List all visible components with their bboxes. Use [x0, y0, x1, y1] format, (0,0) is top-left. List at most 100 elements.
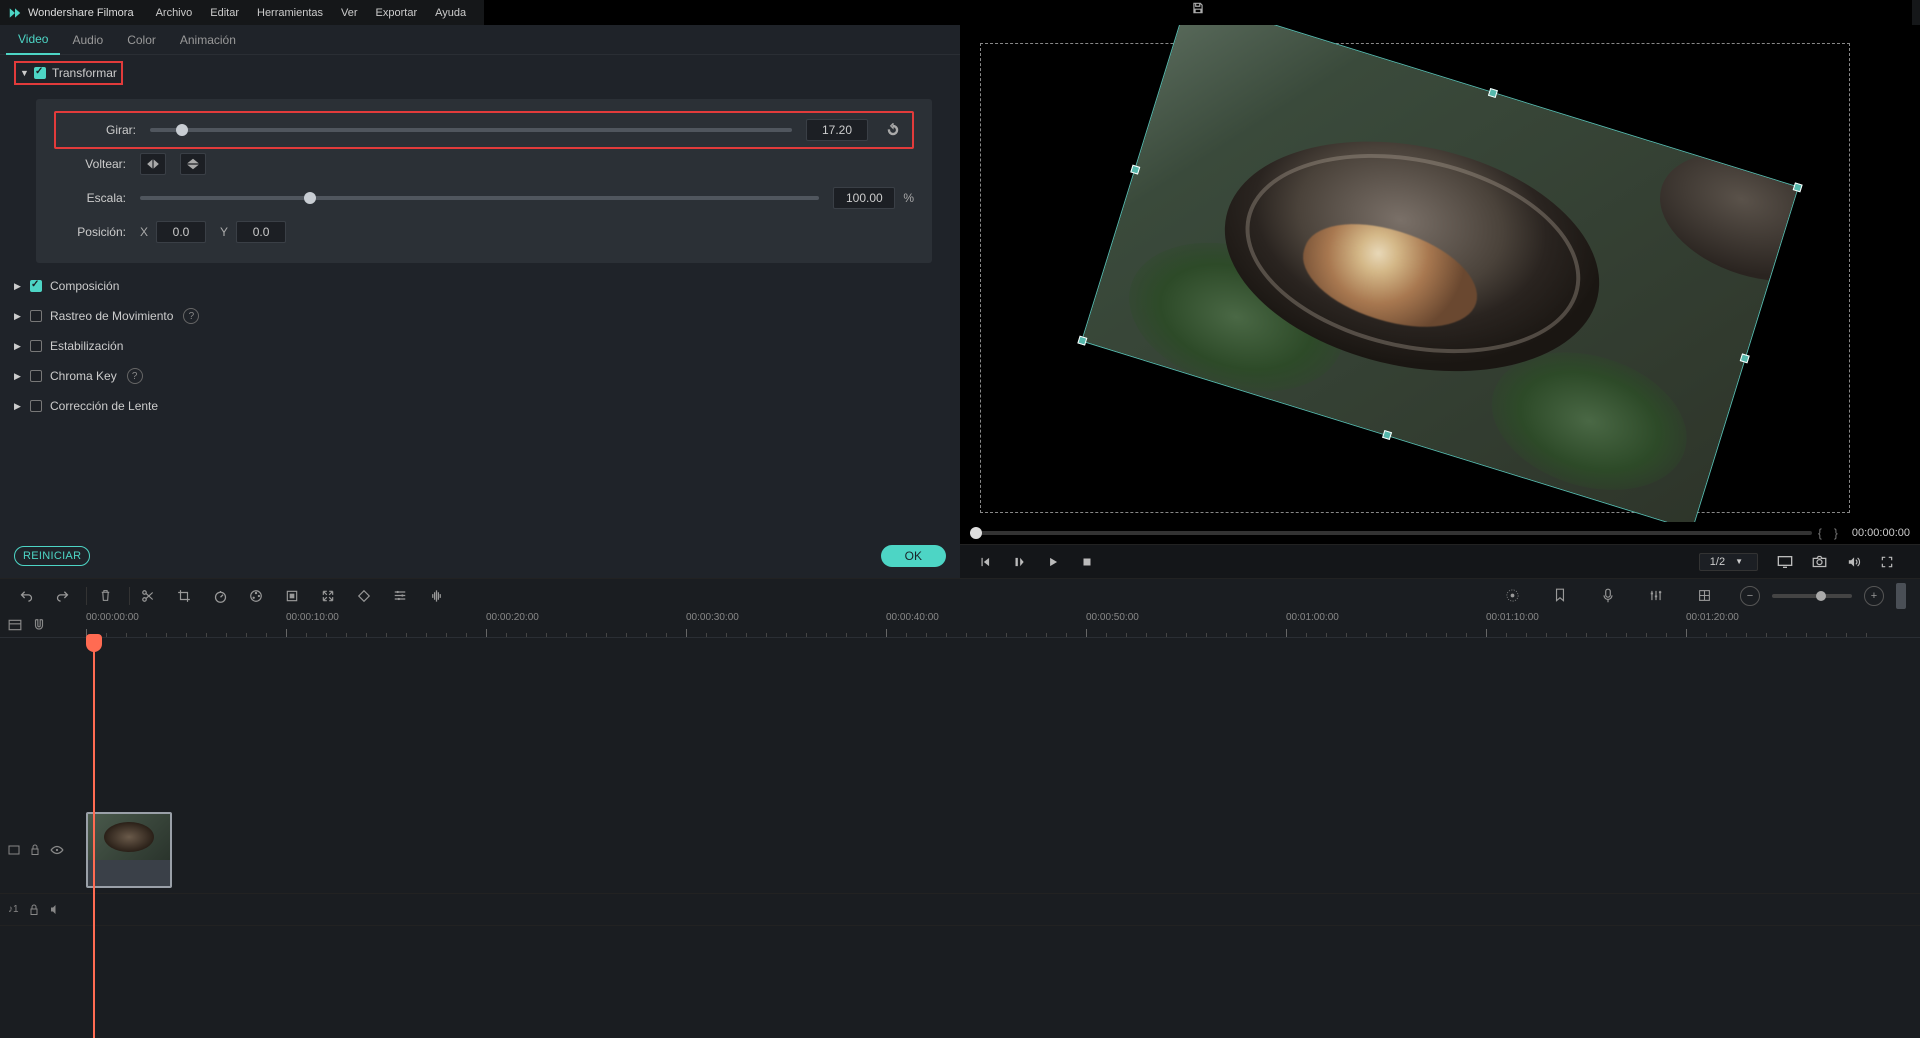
stabilization-title: Estabilización [50, 339, 123, 353]
tab-audio[interactable]: Audio [60, 25, 115, 55]
speaker-icon[interactable] [49, 904, 61, 915]
expand-arrow-icon: ▶ [14, 371, 26, 382]
composition-checkbox[interactable] [30, 280, 42, 292]
tab-animacion[interactable]: Animación [168, 25, 248, 55]
keyframe-icon[interactable] [352, 584, 376, 608]
help-icon[interactable]: ? [127, 368, 143, 384]
preview-canvas[interactable] [960, 25, 1920, 522]
scale-unit: % [903, 191, 914, 205]
vertical-scroll-thumb[interactable] [1896, 583, 1906, 609]
ruler-label: 00:01:20:00 [1686, 612, 1739, 623]
menu-archivo[interactable]: Archivo [156, 7, 193, 19]
tab-color[interactable]: Color [115, 25, 168, 55]
play-pause-button[interactable] [1006, 549, 1032, 575]
undo-icon[interactable] [14, 584, 38, 608]
ruler-label: 00:00:10:00 [286, 612, 339, 623]
mixer-icon[interactable] [1644, 584, 1668, 608]
resize-handle[interactable] [1740, 353, 1750, 363]
music-icon[interactable]: ♪1 [8, 904, 19, 915]
expand-arrow-icon: ▶ [14, 281, 26, 292]
resize-handle[interactable] [1382, 430, 1392, 440]
speed-icon[interactable] [208, 584, 232, 608]
page-selector[interactable]: 1/2▼ [1699, 553, 1758, 571]
section-lens[interactable]: ▶ Corrección de Lente [0, 391, 960, 421]
mark-in-icon[interactable]: { [1818, 526, 1822, 540]
scale-value[interactable]: 100.00 [833, 187, 895, 209]
volume-icon[interactable] [1840, 549, 1866, 575]
lens-title: Corrección de Lente [50, 399, 158, 413]
magnet-icon[interactable] [32, 618, 46, 632]
zoom-in-button[interactable]: + [1864, 586, 1884, 606]
prev-frame-button[interactable] [972, 549, 998, 575]
lock-icon[interactable] [29, 904, 39, 916]
canvas-selection[interactable] [1120, 84, 1760, 444]
flip-vertical-button[interactable] [180, 153, 206, 175]
split-icon[interactable] [136, 584, 160, 608]
zoom-slider[interactable] [1772, 594, 1852, 598]
rotate-reset-icon[interactable] [882, 119, 904, 141]
lens-checkbox[interactable] [30, 400, 42, 412]
marker-icon[interactable] [1548, 584, 1572, 608]
ok-button[interactable]: OK [881, 545, 946, 567]
menu-ver[interactable]: Ver [341, 7, 358, 19]
ruler-label: 00:00:40:00 [886, 612, 939, 623]
rotate-value[interactable]: 17.20 [806, 119, 868, 141]
ruler-label: 00:00:50:00 [1086, 612, 1139, 623]
tab-video[interactable]: Video [6, 25, 60, 55]
panel-footer: REINICIAR OK [0, 534, 960, 578]
playhead[interactable] [86, 634, 102, 652]
auto-icon[interactable] [1500, 584, 1524, 608]
expand-arrow-icon: ▶ [14, 341, 26, 352]
eye-icon[interactable] [50, 845, 64, 855]
zoom-out-button[interactable]: − [1740, 586, 1760, 606]
section-transform-header[interactable]: ▼ Transformar [14, 61, 123, 85]
lock-icon[interactable] [30, 844, 40, 856]
play-button[interactable] [1040, 549, 1066, 575]
menu-exportar[interactable]: Exportar [376, 7, 418, 19]
audio-wave-icon[interactable] [424, 584, 448, 608]
section-stabilization[interactable]: ▶ Estabilización [0, 331, 960, 361]
expand-icon[interactable] [316, 584, 340, 608]
scale-slider[interactable] [140, 196, 819, 200]
display-icon[interactable] [1772, 549, 1798, 575]
fullscreen-icon[interactable] [1874, 549, 1900, 575]
clip-audio-waveform [88, 860, 170, 886]
menu-ayuda[interactable]: Ayuda [435, 7, 466, 19]
section-composition[interactable]: ▶ Composición [0, 271, 960, 301]
track-menu-icon[interactable] [8, 845, 20, 855]
menu-editar[interactable]: Editar [210, 7, 239, 19]
expand-arrow-icon: ▶ [14, 401, 26, 412]
video-clip[interactable]: Plato de Comi [86, 812, 172, 888]
pos-y-value[interactable]: 0.0 [236, 221, 286, 243]
crop-icon[interactable] [172, 584, 196, 608]
adjust-icon[interactable] [388, 584, 412, 608]
chroma-checkbox[interactable] [30, 370, 42, 382]
scrub-track[interactable] [970, 531, 1812, 535]
grid-icon[interactable] [1692, 584, 1716, 608]
timeline-ruler[interactable]: 00:00:00:0000:00:10:0000:00:20:0000:00:3… [86, 612, 1920, 637]
transform-checkbox[interactable] [34, 67, 46, 79]
delete-icon[interactable] [93, 584, 117, 608]
mark-out-icon[interactable]: } [1834, 526, 1838, 540]
flip-horizontal-button[interactable] [140, 153, 166, 175]
flip-label: Voltear: [54, 157, 126, 171]
stop-button[interactable] [1074, 549, 1100, 575]
timeline-ruler-row: 00:00:00:0000:00:10:0000:00:20:0000:00:3… [0, 612, 1920, 638]
pos-x-value[interactable]: 0.0 [156, 221, 206, 243]
redo-icon[interactable] [50, 584, 74, 608]
reset-button[interactable]: REINICIAR [14, 546, 90, 566]
motion-tracking-checkbox[interactable] [30, 310, 42, 322]
stabilization-checkbox[interactable] [30, 340, 42, 352]
greenscreen-icon[interactable] [280, 584, 304, 608]
snapshot-icon[interactable] [1806, 549, 1832, 575]
mic-icon[interactable] [1596, 584, 1620, 608]
save-icon[interactable] [1190, 0, 1206, 16]
color-icon[interactable] [244, 584, 268, 608]
rotate-slider[interactable] [150, 128, 792, 132]
help-icon[interactable]: ? [183, 308, 199, 324]
section-motion-tracking[interactable]: ▶ Rastreo de Movimiento ? [0, 301, 960, 331]
menu-herramientas[interactable]: Herramientas [257, 7, 323, 19]
timeline-menu-icon[interactable] [8, 619, 22, 631]
playhead-line [93, 638, 95, 1038]
section-chroma[interactable]: ▶ Chroma Key ? [0, 361, 960, 391]
